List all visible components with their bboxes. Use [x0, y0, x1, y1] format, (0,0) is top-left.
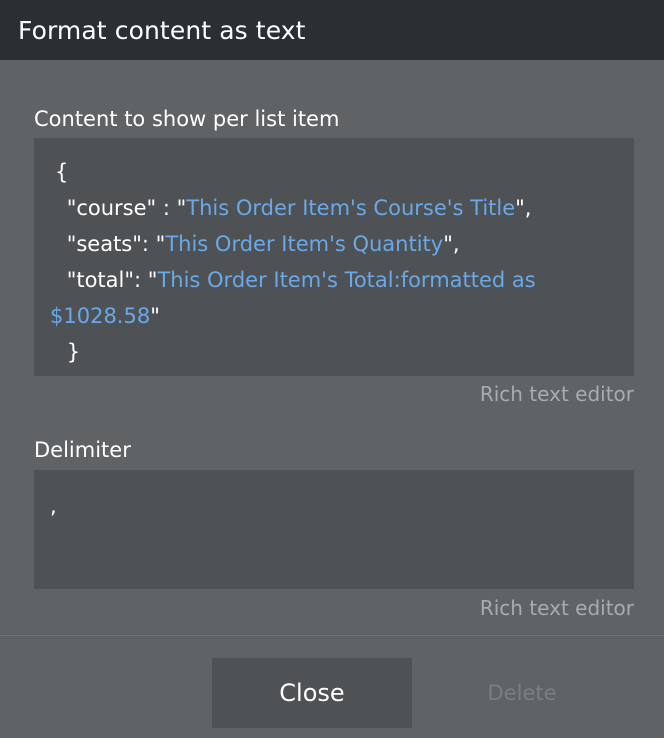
delimiter-editor-text: ,: [50, 494, 57, 518]
close-button[interactable]: Close: [212, 658, 412, 728]
seats-key-text: "seats": ": [60, 232, 166, 256]
dialog-title: Format content as text: [18, 15, 306, 45]
content-line-open-brace: {: [55, 160, 69, 184]
dialog-titlebar: Format content as text: [0, 0, 664, 60]
content-line-total: "total": "This Order Item's Total:format…: [50, 268, 536, 292]
content-label: Content to show per list item: [34, 107, 340, 131]
content-line-course: "course" : "This Order Item's Course's T…: [50, 196, 532, 220]
footer-divider: [0, 635, 664, 636]
delete-button[interactable]: Delete: [462, 658, 582, 728]
course-suffix-text: ",: [515, 196, 532, 220]
course-key-text: "course" : ": [60, 196, 187, 220]
content-line-seats: "seats": "This Order Item's Quantity",: [50, 232, 460, 256]
course-dynamic-expression[interactable]: This Order Item's Course's Title: [186, 196, 515, 220]
delimiter-label: Delimiter: [34, 438, 131, 462]
content-editor-text: { "course" : "This Order Item's Course's…: [34, 138, 634, 370]
total-key-text: "total": ": [60, 268, 158, 292]
total-dynamic-expression[interactable]: This Order Item's Total:formatted as: [157, 268, 535, 292]
delimiter-editor[interactable]: ,: [34, 470, 634, 589]
content-editor[interactable]: { "course" : "This Order Item's Course's…: [34, 138, 634, 376]
seats-dynamic-expression[interactable]: This Order Item's Quantity: [165, 232, 443, 256]
seats-suffix-text: ",: [443, 232, 460, 256]
delimiter-rich-text-editor-link[interactable]: Rich text editor: [480, 596, 634, 620]
total-format-expression[interactable]: $1028.58: [50, 304, 150, 328]
content-line-total-cont: $1028.58": [50, 304, 160, 328]
total-suffix-text: ": [150, 304, 160, 328]
content-rich-text-editor-link[interactable]: Rich text editor: [480, 382, 634, 406]
content-line-close-brace: }: [60, 340, 81, 364]
